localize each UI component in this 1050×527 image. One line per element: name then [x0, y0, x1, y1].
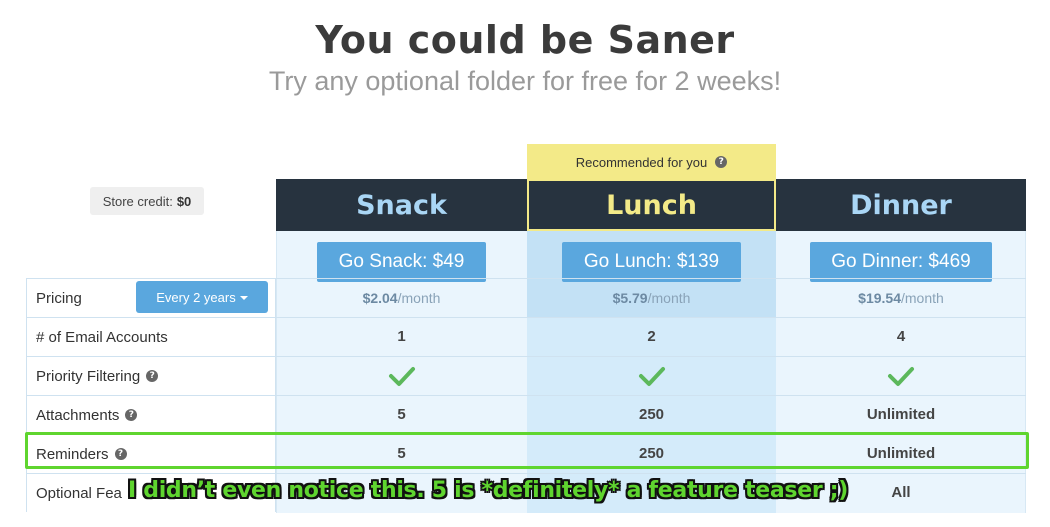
feature-label-attachments: Attachments ? [26, 395, 276, 434]
go-snack-button[interactable]: Go Snack: $49 [317, 242, 486, 282]
page-subtitle: Try any optional folder for free for 2 w… [268, 66, 782, 96]
plan-header-lunch: Lunch [527, 179, 776, 231]
plan-header-dinner: Dinner [776, 179, 1026, 231]
feature-label-text: Optional Fea [36, 484, 122, 502]
recommended-banner: Recommended for you ? [527, 144, 776, 180]
check-icon [527, 356, 776, 395]
question-circle-icon[interactable]: ? [125, 409, 138, 421]
chevron-down-icon [239, 296, 248, 300]
plan-header-snack: Snack [276, 179, 527, 231]
check-icon [776, 356, 1026, 395]
question-circle-icon[interactable]: ? [715, 156, 728, 168]
go-dinner-button[interactable]: Go Dinner: $469 [810, 242, 992, 282]
annotation-text: I didn’t even notice this. 5 is *definit… [128, 478, 849, 503]
question-circle-icon[interactable]: ? [146, 370, 159, 382]
feature-value-lunch: 2 [647, 328, 656, 345]
feature-value-snack: 5 [397, 406, 406, 423]
store-credit-label: Store credit: [102, 193, 173, 209]
feature-label-email-accounts: # of Email Accounts [26, 317, 276, 356]
store-credit-value: $0 [176, 193, 192, 209]
check-icon [276, 356, 527, 395]
feature-label-text: Attachments [36, 406, 120, 424]
feature-label-text: # of Email Accounts [36, 328, 168, 346]
pricing-label: Pricing [36, 289, 82, 307]
feature-label-priority-filtering: Priority Filtering ? [26, 356, 276, 395]
billing-period-value: Every 2 years [156, 289, 236, 305]
go-lunch-button[interactable]: Go Lunch: $139 [562, 242, 741, 282]
page-title: You could be Saner [315, 18, 735, 62]
annotation-highlight-box [25, 432, 1029, 469]
feature-value-snack: 1 [397, 328, 406, 345]
billing-period-select[interactable]: Every 2 years [136, 281, 268, 313]
feature-value-dinner: 4 [896, 328, 906, 345]
store-credit-badge: Store credit: $0 [90, 187, 204, 215]
feature-value-dinner: Unlimited [866, 406, 936, 423]
feature-value-lunch: 250 [638, 406, 665, 423]
feature-label-text: Priority Filtering [36, 367, 141, 385]
recommended-label: Recommended for you [575, 154, 708, 170]
